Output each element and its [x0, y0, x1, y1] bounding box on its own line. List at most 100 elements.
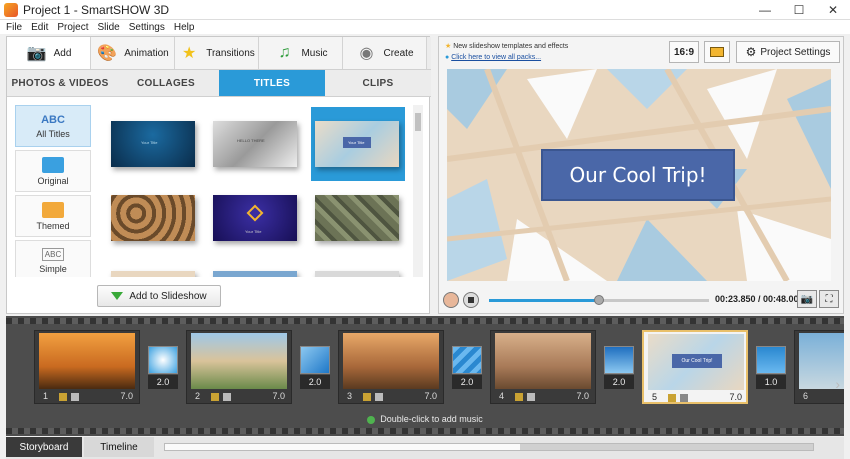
edit-icon: [668, 394, 676, 402]
sound-icon: [680, 394, 688, 402]
slide-thumb-selected[interactable]: Our Cool Trip! 5 7.0: [642, 330, 748, 404]
add-to-slideshow-label: Add to Slideshow: [129, 290, 207, 302]
slide-thumb[interactable]: 4 7.0: [490, 330, 596, 404]
add-to-slideshow-button[interactable]: Add to Slideshow: [97, 285, 221, 307]
tab-timeline[interactable]: Timeline: [84, 437, 154, 457]
window-title: Project 1 - SmartSHOW 3D: [23, 2, 170, 17]
slide-thumb[interactable]: 6: [794, 330, 844, 404]
music-track-hint[interactable]: Double-click to add music: [6, 414, 844, 428]
slide-title-mini: Our Cool Trip!: [672, 354, 722, 368]
tab-create[interactable]: ◉ Create: [343, 37, 427, 69]
category-label: All Titles: [36, 128, 70, 139]
storyboard-scrollbar[interactable]: [164, 443, 814, 451]
subtab-titles[interactable]: TITLES: [219, 70, 325, 96]
subtab-collages[interactable]: COLLAGES: [113, 70, 219, 96]
slide-thumb[interactable]: 3 7.0: [338, 330, 444, 404]
sound-icon: [375, 393, 383, 401]
stop-button[interactable]: [463, 292, 479, 308]
slide-thumb[interactable]: 2 7.0: [186, 330, 292, 404]
title-thumb[interactable]: [213, 271, 297, 277]
tab-animation-label: Animation: [124, 47, 169, 59]
tab-add[interactable]: 📷 Add: [7, 37, 91, 69]
scroll-thumb[interactable]: [415, 113, 421, 131]
transition-preview: [756, 346, 786, 374]
star-icon: ★: [182, 45, 197, 62]
category-label: Original: [37, 175, 69, 186]
category-all-titles[interactable]: ABC All Titles: [15, 105, 91, 147]
category-label: Themed: [36, 220, 70, 231]
menu-slide[interactable]: Slide: [97, 22, 119, 33]
menu-project[interactable]: Project: [57, 22, 88, 33]
promo-banner: ★ New slideshow templates and effects ● …: [445, 41, 568, 63]
play-button[interactable]: [443, 292, 459, 308]
image-icon: [710, 47, 724, 57]
fullscreen-button[interactable]: ⛶: [819, 290, 839, 308]
title-thumb[interactable]: HELLO THERE: [213, 121, 297, 167]
category-label: Simple: [39, 264, 67, 274]
menu-help[interactable]: Help: [174, 22, 195, 33]
slide-preview[interactable]: Our Cool Trip!: [447, 69, 831, 281]
transition-thumb[interactable]: 2.0: [604, 346, 634, 390]
transition-thumb[interactable]: 2.0: [452, 346, 482, 390]
title-thumb[interactable]: [111, 195, 195, 241]
edit-icon: [59, 393, 67, 401]
app-icon: [4, 2, 18, 17]
scroll-thumb[interactable]: [165, 444, 520, 450]
seek-bar[interactable]: [489, 295, 709, 305]
title-thumb[interactable]: Your Title: [213, 195, 297, 241]
tab-transitions[interactable]: ★ Transitions: [175, 37, 259, 69]
music-icon: [367, 415, 376, 424]
transition-thumb[interactable]: 2.0: [300, 346, 330, 390]
promo-link[interactable]: ● Click here to view all packs...: [445, 52, 568, 63]
category-themed[interactable]: Themed: [15, 195, 91, 237]
title-thumb[interactable]: [315, 195, 399, 241]
menu-file[interactable]: File: [6, 22, 22, 33]
subtab-clips[interactable]: CLIPS: [325, 70, 431, 96]
slide-image: [495, 333, 591, 389]
edit-icon: [211, 393, 219, 401]
title-thumb[interactable]: [111, 271, 195, 277]
transition-thumb[interactable]: 2.0: [148, 346, 178, 390]
monitor-icon: [42, 156, 64, 173]
category-simple[interactable]: ABC Simple: [15, 240, 91, 277]
seek-progress: [489, 299, 599, 302]
close-button[interactable]: ✕: [816, 0, 850, 20]
scroll-right-icon[interactable]: ›: [835, 376, 840, 392]
aspect-ratio-button[interactable]: 16:9: [669, 41, 699, 63]
menu-settings[interactable]: Settings: [129, 22, 165, 33]
camera-button[interactable]: 📷: [797, 290, 817, 308]
promo-text: ★ New slideshow templates and effects: [445, 43, 569, 50]
tab-storyboard[interactable]: Storyboard: [6, 437, 82, 457]
project-settings-button[interactable]: ⚙ Project Settings: [736, 41, 840, 63]
transition-thumb[interactable]: 1.0: [756, 346, 786, 390]
tab-transitions-label: Transitions: [206, 47, 255, 59]
transition-preview: [604, 346, 634, 374]
music-hint-label: Double-click to add music: [380, 414, 483, 424]
menu-edit[interactable]: Edit: [31, 22, 48, 33]
tab-animation[interactable]: 🎨 Animation: [91, 37, 175, 69]
tab-create-label: Create: [383, 47, 414, 59]
music-note-icon: ♫: [278, 44, 291, 61]
title-thumb[interactable]: Your Title: [315, 121, 399, 167]
film-reel-icon: ◉: [359, 45, 374, 62]
sub-tabs: PHOTOS & VIDEOS COLLAGES TITLES CLIPS: [7, 69, 431, 97]
maximize-button[interactable]: ☐: [782, 0, 816, 20]
background-button[interactable]: [704, 41, 730, 63]
title-thumb[interactable]: Your Title: [111, 121, 195, 167]
add-photo-icon: 📷: [26, 45, 47, 62]
slide-image: [343, 333, 439, 389]
slide-image: [191, 333, 287, 389]
tab-music[interactable]: ♫ Music: [259, 37, 343, 69]
minimize-button[interactable]: —: [748, 0, 782, 20]
star-icon: ★: [445, 43, 452, 50]
subtab-photos-videos[interactable]: PHOTOS & VIDEOS: [7, 70, 113, 96]
category-original[interactable]: Original: [15, 150, 91, 192]
slide-title-box[interactable]: Our Cool Trip!: [541, 149, 735, 201]
slide-thumb[interactable]: 1 7.0: [34, 330, 140, 404]
titles-scrollbar[interactable]: [413, 105, 423, 277]
window-controls: — ☐ ✕: [748, 0, 850, 20]
title-thumb[interactable]: [315, 271, 399, 277]
seek-knob[interactable]: [594, 295, 604, 305]
category-list: ABC All Titles Original Themed ABC Simpl…: [15, 105, 95, 277]
edit-icon: [363, 393, 371, 401]
